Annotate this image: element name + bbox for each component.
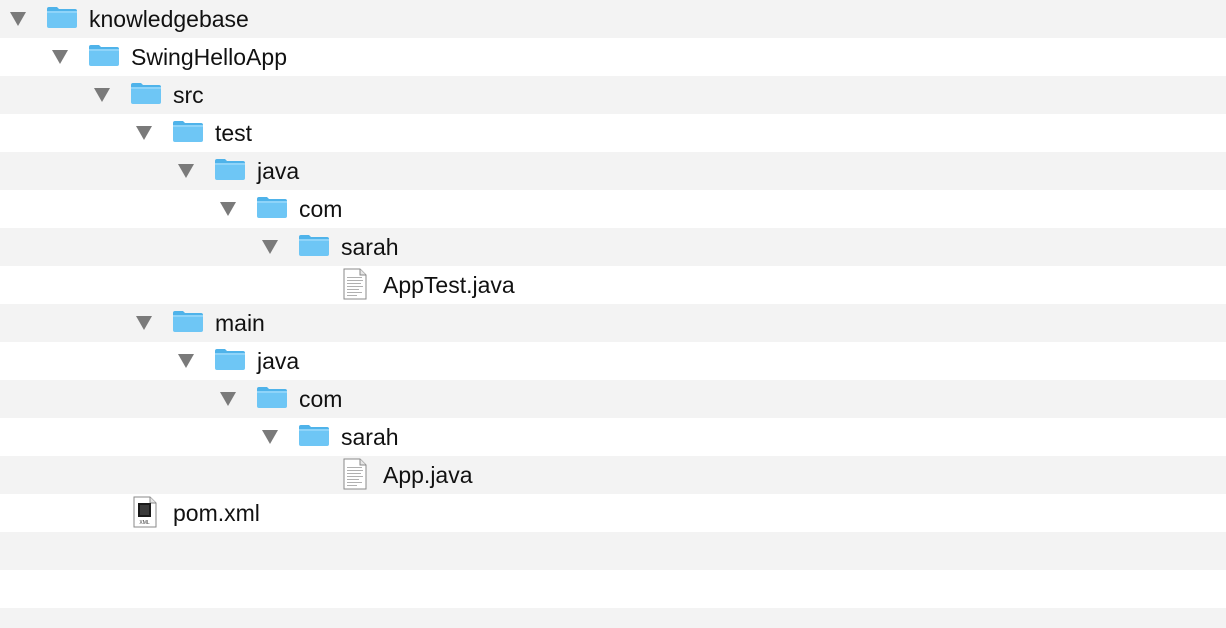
- folder-icon: [215, 349, 245, 370]
- folder-icon: [299, 425, 329, 446]
- disclosure-triangle-expanded-icon[interactable]: [52, 50, 68, 64]
- tree-row-sarah[interactable]: sarah: [0, 228, 1226, 266]
- empty-row: [0, 570, 1226, 608]
- tree-row-com[interactable]: com: [0, 380, 1226, 418]
- disclosure-triangle-expanded-icon[interactable]: [94, 88, 110, 102]
- tree-row-label: src: [173, 82, 204, 108]
- disclosure-triangle-expanded-icon[interactable]: [178, 164, 194, 178]
- tree-row-label: App.java: [383, 462, 473, 488]
- tree-row-label: test: [215, 120, 253, 146]
- tree-row-label: SwingHelloApp: [131, 44, 287, 70]
- tree-row-app-java[interactable]: App.java: [0, 456, 1226, 494]
- folder-icon: [299, 235, 329, 256]
- empty-row: [0, 608, 1226, 628]
- tree-row-label: pom.xml: [173, 500, 260, 526]
- tree-row-apptest-java[interactable]: AppTest.java: [0, 266, 1226, 304]
- disclosure-triangle-expanded-icon[interactable]: [220, 392, 236, 406]
- folder-icon: [257, 197, 287, 218]
- tree-row-label: sarah: [341, 234, 399, 260]
- file-tree: knowledgebase SwingHelloApp src test jav…: [0, 0, 1226, 628]
- disclosure-triangle-expanded-icon[interactable]: [220, 202, 236, 216]
- tree-row-main[interactable]: main: [0, 304, 1226, 342]
- java-file-icon: [343, 458, 367, 490]
- tree-row-label: AppTest.java: [383, 272, 515, 298]
- tree-row-label: com: [299, 386, 343, 412]
- folder-icon: [47, 7, 77, 28]
- disclosure-triangle-expanded-icon[interactable]: [262, 240, 278, 254]
- tree-row-label: sarah: [341, 424, 399, 450]
- disclosure-triangle-expanded-icon[interactable]: [178, 354, 194, 368]
- tree-row-label: java: [257, 348, 300, 374]
- tree-row-label: java: [257, 158, 300, 184]
- java-file-icon: [343, 268, 367, 300]
- tree-row-label: main: [215, 310, 265, 336]
- folder-icon: [173, 311, 203, 332]
- xml-file-icon: XML: [133, 496, 157, 528]
- disclosure-triangle-expanded-icon[interactable]: [262, 430, 278, 444]
- folder-icon: [131, 83, 161, 104]
- disclosure-triangle-expanded-icon[interactable]: [136, 126, 152, 140]
- tree-row-com[interactable]: com: [0, 190, 1226, 228]
- tree-row-swinghelloapp[interactable]: SwingHelloApp: [0, 38, 1226, 76]
- tree-row-label: com: [299, 196, 343, 222]
- tree-row-test[interactable]: test: [0, 114, 1226, 152]
- disclosure-triangle-expanded-icon[interactable]: [136, 316, 152, 330]
- xml-icon-caption: XML: [139, 520, 150, 526]
- folder-icon: [257, 387, 287, 408]
- tree-row-label: knowledgebase: [89, 6, 249, 32]
- tree-row-java[interactable]: java: [0, 152, 1226, 190]
- tree-row-sarah[interactable]: sarah: [0, 418, 1226, 456]
- disclosure-triangle-expanded-icon[interactable]: [10, 12, 26, 26]
- empty-row: [0, 532, 1226, 570]
- tree-row-java[interactable]: java: [0, 342, 1226, 380]
- tree-row-pom-xml[interactable]: XML pom.xml: [0, 494, 1226, 532]
- tree-row-src[interactable]: src: [0, 76, 1226, 114]
- tree-row-knowledgebase[interactable]: knowledgebase: [0, 0, 1226, 38]
- folder-icon: [89, 45, 119, 66]
- folder-icon: [215, 159, 245, 180]
- folder-icon: [173, 121, 203, 142]
